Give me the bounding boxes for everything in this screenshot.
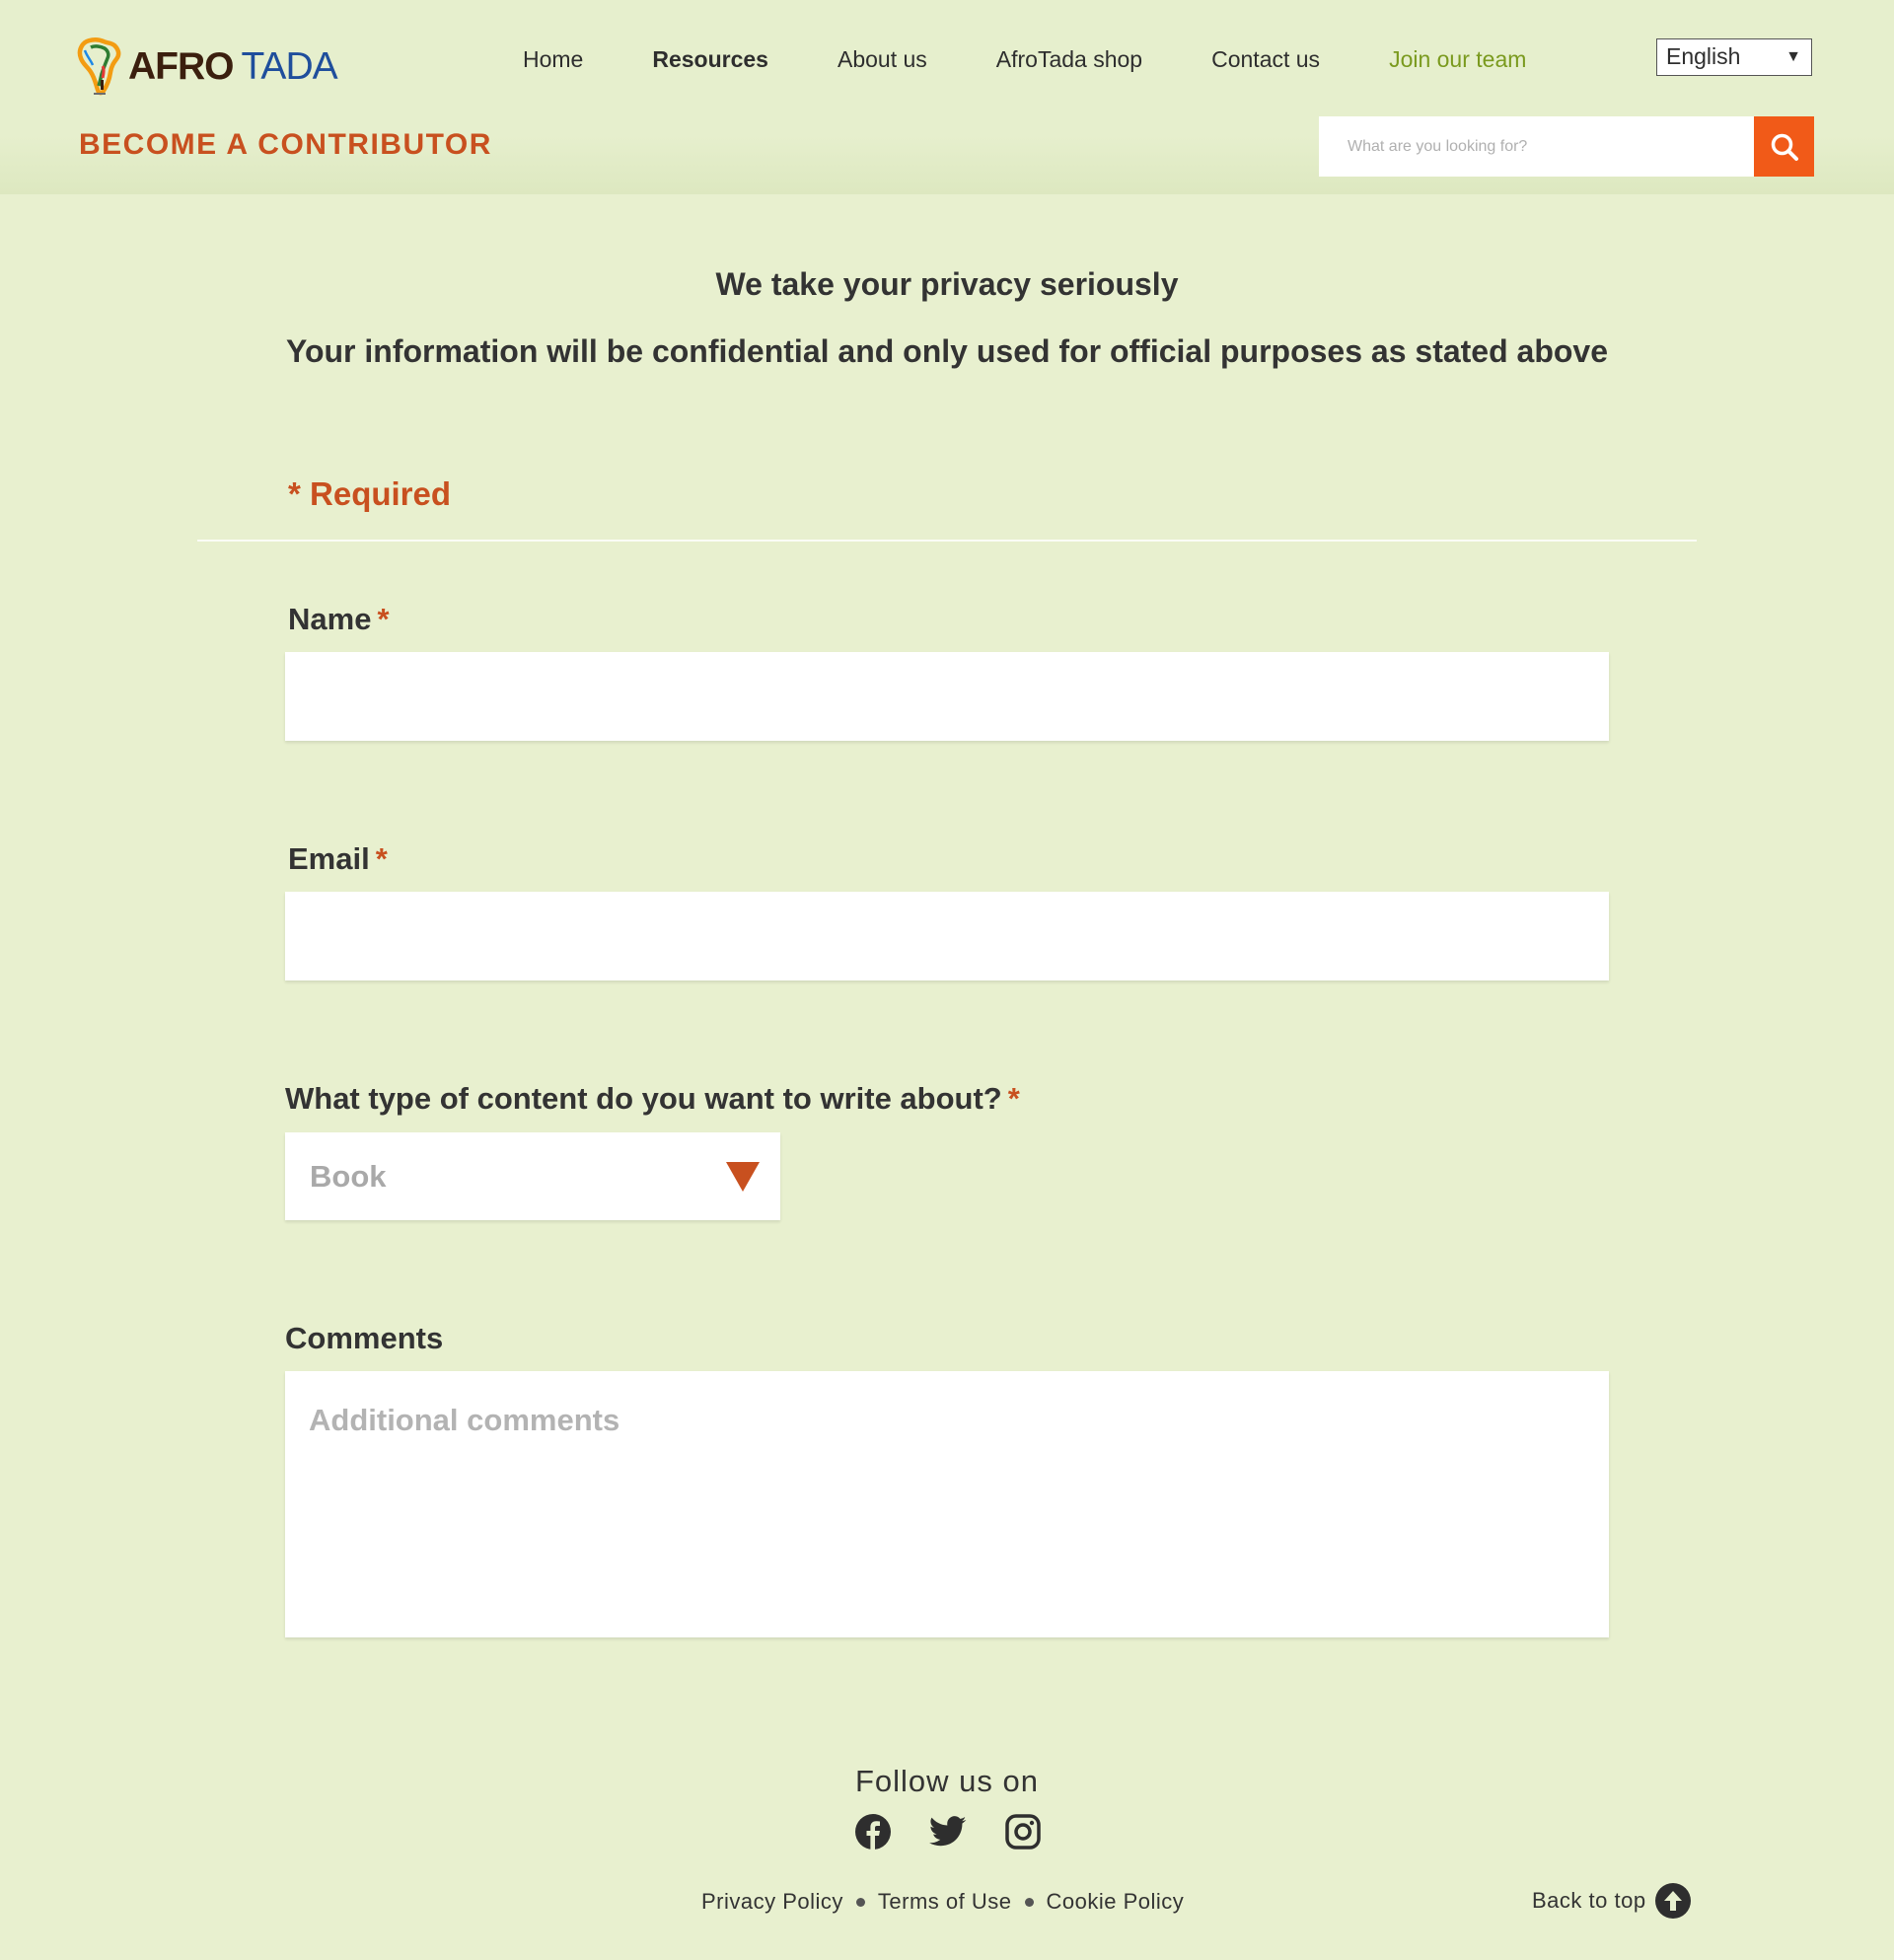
triangle-down-icon: [726, 1162, 760, 1192]
arrow-up-circle-icon: [1654, 1883, 1691, 1919]
required-star: *: [1007, 1081, 1020, 1116]
follow-us-heading: Follow us on: [854, 1764, 1040, 1798]
email-label-text: Email: [288, 841, 370, 876]
nav-home[interactable]: Home: [523, 46, 583, 73]
privacy-policy-link[interactable]: Privacy Policy: [701, 1889, 843, 1915]
logo-text-afro: AFRO: [128, 44, 234, 88]
content-type-label: What type of content do you want to writ…: [285, 1081, 1020, 1117]
afrotada-logo[interactable]: AFRO TADA: [77, 36, 338, 97]
terms-of-use-link[interactable]: Terms of Use: [878, 1889, 1012, 1915]
nav-contact-us[interactable]: Contact us: [1211, 46, 1320, 73]
email-label: Email *: [288, 841, 388, 877]
search-button[interactable]: [1754, 116, 1814, 177]
back-to-top-link[interactable]: Back to top: [1532, 1883, 1691, 1919]
language-select[interactable]: English ▼: [1656, 38, 1812, 76]
main-nav: Home Resources About us AfroTada shop Co…: [523, 46, 1595, 73]
twitter-icon[interactable]: [929, 1813, 967, 1851]
cookie-policy-link[interactable]: Cookie Policy: [1047, 1889, 1185, 1915]
page-heading: BECOME A CONTRIBUTOR: [79, 128, 492, 161]
logo-text-tada: TADA: [241, 44, 338, 88]
required-star: *: [375, 841, 388, 876]
content-type-select[interactable]: Book: [285, 1132, 780, 1220]
separator-dot: [855, 1897, 865, 1907]
nav-about-us[interactable]: About us: [838, 46, 927, 73]
comments-textarea[interactable]: [285, 1371, 1609, 1637]
language-value: English: [1666, 43, 1741, 69]
email-field[interactable]: [285, 892, 1609, 980]
facebook-icon[interactable]: [854, 1813, 892, 1851]
content-type-selected: Book: [310, 1159, 387, 1194]
nav-afrotada-shop[interactable]: AfroTada shop: [996, 46, 1142, 73]
privacy-subtitle: Your information will be confidential an…: [285, 333, 1609, 369]
search-icon: [1771, 133, 1798, 161]
comments-label: Comments: [285, 1321, 444, 1355]
name-field[interactable]: [285, 652, 1609, 741]
required-star: *: [377, 602, 390, 636]
search-input[interactable]: [1319, 116, 1754, 177]
footer-links: Privacy Policy Terms of Use Cookie Polic…: [701, 1889, 1184, 1915]
back-to-top-label: Back to top: [1532, 1888, 1646, 1913]
privacy-title: We take your privacy seriously: [715, 266, 1179, 302]
name-label: Name *: [288, 602, 390, 637]
social-links: [854, 1813, 1079, 1851]
content-type-label-text: What type of content do you want to writ…: [285, 1081, 1002, 1116]
separator-dot: [1024, 1897, 1034, 1907]
caret-down-icon: ▼: [1785, 48, 1801, 65]
nav-join-our-team[interactable]: Join our team: [1389, 46, 1526, 73]
required-note: * Required: [288, 475, 452, 512]
site-header: AFRO TADA Home Resources About us AfroTad…: [0, 0, 1894, 194]
name-label-text: Name: [288, 602, 372, 636]
africa-map-icon: [77, 37, 121, 96]
nav-resources[interactable]: Resources: [652, 46, 768, 73]
instagram-icon[interactable]: [1004, 1813, 1042, 1851]
form-divider: [197, 540, 1697, 542]
